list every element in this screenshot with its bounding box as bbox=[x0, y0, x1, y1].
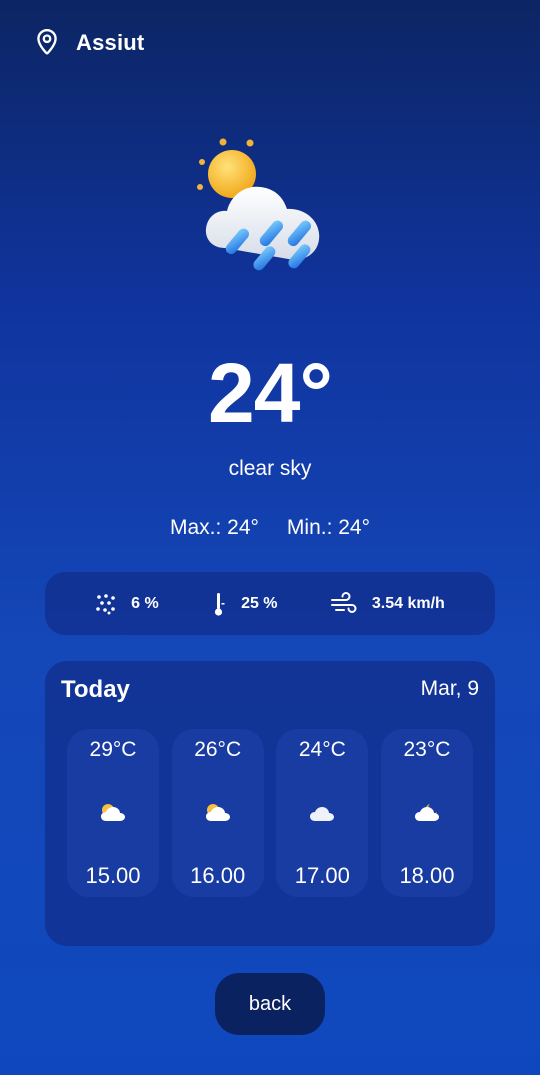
partly-cloudy-icon bbox=[101, 804, 125, 821]
hourly-time: 17.00 bbox=[294, 863, 350, 888]
hourly-item[interactable]: 23°C 18.00 bbox=[380, 729, 473, 897]
hourly-time: 18.00 bbox=[399, 863, 455, 888]
thermometer-icon bbox=[214, 592, 225, 616]
hourly-temperature: 23°C bbox=[403, 738, 451, 761]
hourly-temperature: 26°C bbox=[194, 738, 242, 761]
cloud-icon bbox=[310, 807, 335, 821]
stat-humidity: 25 % bbox=[211, 591, 278, 617]
hourly-item[interactable]: 24°C 17.00 bbox=[276, 729, 369, 897]
today-date: Mar, 9 bbox=[420, 677, 479, 700]
partly-cloudy-icon bbox=[205, 804, 230, 821]
back-button[interactable]: back bbox=[215, 973, 325, 1035]
min-temperature: Min.: 24° bbox=[286, 516, 371, 539]
hourly-time: 16.00 bbox=[190, 863, 246, 888]
location-pin-icon bbox=[37, 28, 57, 55]
precipitation-icon bbox=[96, 593, 115, 614]
min-max-row: Max.: 24° Min.: 24° bbox=[0, 515, 540, 541]
stat-wind: 3.54 km/h bbox=[330, 591, 445, 616]
current-temperature: 24° bbox=[207, 346, 333, 440]
wind-icon bbox=[330, 591, 357, 613]
today-forecast-card: Today Mar, 9 29°C 15.00 26°C 16.00 24°C … bbox=[45, 661, 495, 946]
location-header: Assiut bbox=[34, 26, 144, 60]
humidity-value: 25 % bbox=[241, 594, 278, 612]
weather-stats-card: 6 % 25 % 3.54 km/h bbox=[45, 572, 495, 635]
hourly-temperature: 24°C bbox=[298, 738, 346, 761]
max-temperature: Max.: 24° bbox=[169, 516, 259, 539]
today-title: Today bbox=[61, 676, 130, 703]
hourly-time: 15.00 bbox=[85, 863, 141, 888]
stat-precipitation: 6 % bbox=[95, 593, 159, 615]
weather-description: clear sky bbox=[228, 457, 312, 480]
city-name: Assiut bbox=[76, 30, 145, 55]
hourly-item[interactable]: 29°C 15.00 bbox=[67, 729, 159, 897]
partly-cloudy-night-icon bbox=[414, 804, 439, 821]
sun-cloud-rain-icon bbox=[197, 138, 320, 271]
hourly-forecast-list: 29°C 15.00 26°C 16.00 24°C 17.00 23°C 18… bbox=[67, 729, 473, 897]
wind-value: 3.54 km/h bbox=[371, 594, 445, 612]
hourly-temperature: 29°C bbox=[89, 738, 137, 761]
hourly-item[interactable]: 26°C 16.00 bbox=[171, 729, 264, 897]
precipitation-value: 6 % bbox=[131, 594, 159, 612]
